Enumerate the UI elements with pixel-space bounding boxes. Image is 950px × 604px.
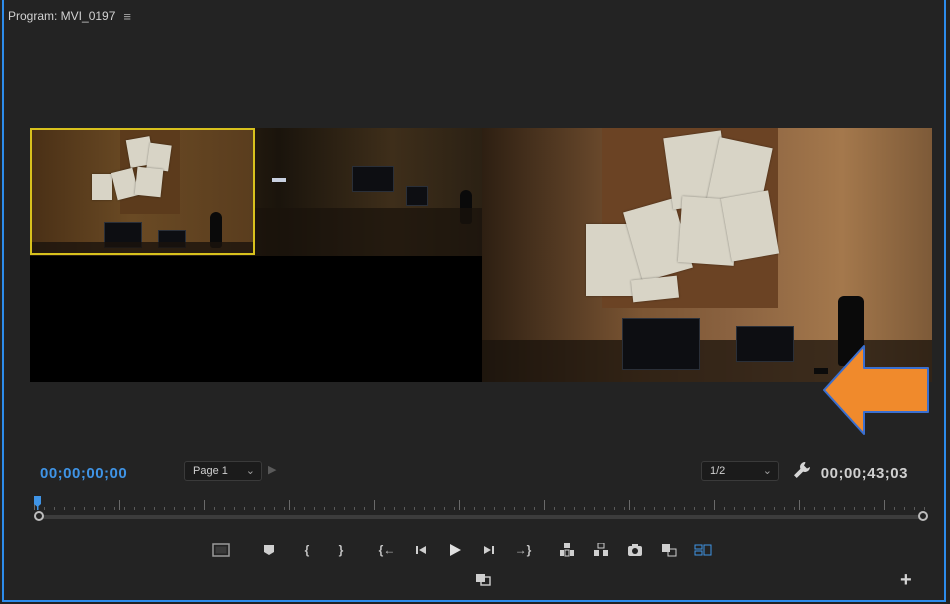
time-ruler-major-ticks xyxy=(34,500,928,510)
multicam-angle-1-selected[interactable] xyxy=(30,128,255,255)
go-to-out-button[interactable]: →} xyxy=(512,539,534,561)
zoom-handle-right[interactable] xyxy=(918,511,928,521)
extract-icon[interactable] xyxy=(590,539,612,561)
next-page-icon[interactable]: ▶ xyxy=(268,463,276,476)
program-viewer[interactable] xyxy=(30,128,932,435)
safe-margins-icon[interactable] xyxy=(210,539,232,561)
zoom-handle-left[interactable] xyxy=(34,511,44,521)
panel-title[interactable]: Program: MVI_0197 xyxy=(8,9,115,23)
panel-header: Program: MVI_0197 ≡ xyxy=(8,6,131,26)
current-timecode[interactable]: 00;00;00;00 xyxy=(40,465,127,482)
wrench-icon[interactable] xyxy=(792,460,812,485)
page-select-value: Page 1 xyxy=(193,465,228,477)
multicam-view-icon[interactable] xyxy=(692,539,714,561)
mark-out-button[interactable]: } xyxy=(330,539,352,561)
play-icon[interactable] xyxy=(444,539,466,561)
transport-controls: { } {← →} xyxy=(210,539,714,561)
export-frame-toggle-icon[interactable] xyxy=(472,568,494,590)
multicam-page-dropdown[interactable]: Page 1 ⌄ xyxy=(184,461,262,481)
camera-icon[interactable] xyxy=(624,539,646,561)
panel-menu-icon[interactable]: ≡ xyxy=(123,9,131,24)
go-to-in-button[interactable]: {← xyxy=(376,539,398,561)
step-forward-icon[interactable] xyxy=(478,539,500,561)
comparison-view-icon[interactable] xyxy=(658,539,680,561)
mark-in-button[interactable]: { xyxy=(296,539,318,561)
resolution-select-value: 1/2 xyxy=(710,465,726,477)
annotation-arrow-icon xyxy=(822,344,932,441)
duration-timecode: 00;00;43;03 xyxy=(820,465,908,482)
playback-resolution-dropdown[interactable]: 1/2 ⌄ xyxy=(701,461,779,481)
chevron-down-icon: ⌄ xyxy=(245,465,255,477)
lift-icon[interactable] xyxy=(556,539,578,561)
zoom-scrollbar[interactable] xyxy=(40,515,924,519)
step-back-icon[interactable] xyxy=(410,539,432,561)
add-marker-icon[interactable] xyxy=(258,539,280,561)
chevron-down-icon: ⌄ xyxy=(762,465,772,477)
button-editor-add-button[interactable]: + xyxy=(900,570,912,590)
program-monitor-panel: Program: MVI_0197 ≡ 00;00;00;00 Page 1 ⌄… xyxy=(2,0,946,602)
